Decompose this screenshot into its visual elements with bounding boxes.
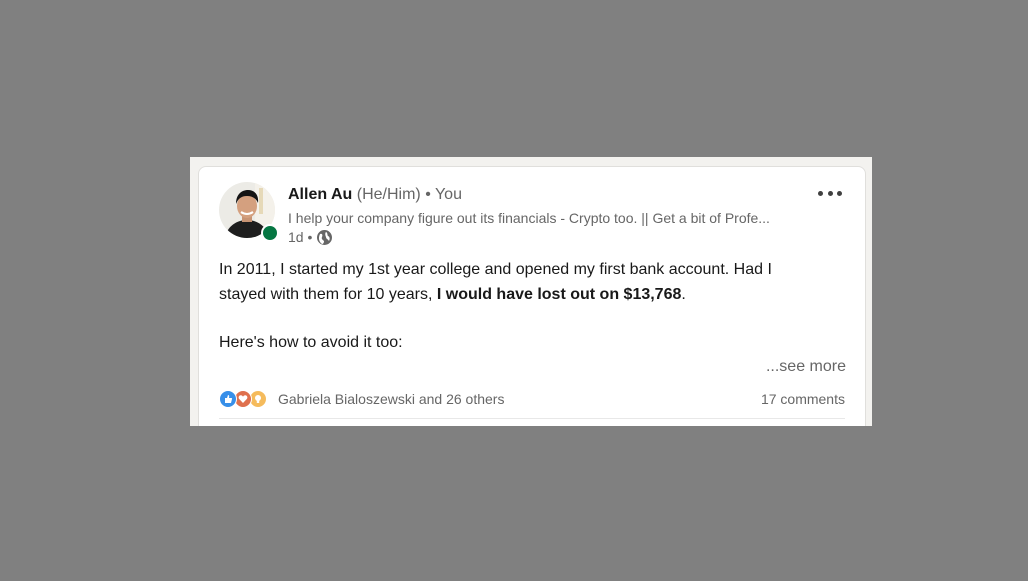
more-dot-icon bbox=[837, 190, 842, 196]
post-body-line: stayed with them for 10 years, I would h… bbox=[219, 282, 849, 307]
post-frame: Allen Au (He/Him) • You I help your comp… bbox=[190, 157, 872, 426]
post-body: In 2011, I started my 1st year college a… bbox=[219, 257, 849, 355]
author-headline[interactable]: I help your company figure out its finan… bbox=[288, 209, 808, 227]
divider bbox=[219, 418, 845, 419]
author-relation: • You bbox=[425, 186, 462, 203]
post-meta: 1d • bbox=[288, 228, 333, 246]
more-dot-icon bbox=[827, 190, 833, 196]
see-more-button[interactable]: ...see more bbox=[766, 357, 846, 377]
author-name[interactable]: Allen Au bbox=[288, 186, 352, 203]
online-status-indicator bbox=[261, 224, 279, 242]
globe-icon bbox=[316, 229, 333, 246]
post-time[interactable]: 1d • bbox=[288, 228, 312, 246]
post-body-line: In 2011, I started my 1st year college a… bbox=[219, 261, 772, 278]
post-body-text: . bbox=[681, 286, 686, 303]
comments-count[interactable]: 17 comments bbox=[761, 391, 845, 407]
feed-post-card: Allen Au (He/Him) • You I help your comp… bbox=[198, 166, 866, 426]
author-pronouns: (He/Him) bbox=[356, 186, 421, 203]
more-dot-icon bbox=[818, 190, 823, 196]
more-options-button[interactable] bbox=[814, 187, 846, 199]
like-icon bbox=[219, 390, 237, 408]
reaction-icons[interactable] bbox=[219, 390, 267, 408]
post-body-text: stayed with them for 10 years, bbox=[219, 286, 437, 303]
social-counts: Gabriela Bialoszewski and 26 others 17 c… bbox=[219, 389, 845, 409]
post-body-line: Here's how to avoid it too: bbox=[219, 334, 403, 351]
reactions-summary[interactable]: Gabriela Bialoszewski and 26 others bbox=[278, 391, 504, 407]
author-line: Allen Au (He/Him) • You bbox=[288, 185, 462, 205]
post-body-bold-text: I would have lost out on $13,768 bbox=[436, 286, 682, 303]
